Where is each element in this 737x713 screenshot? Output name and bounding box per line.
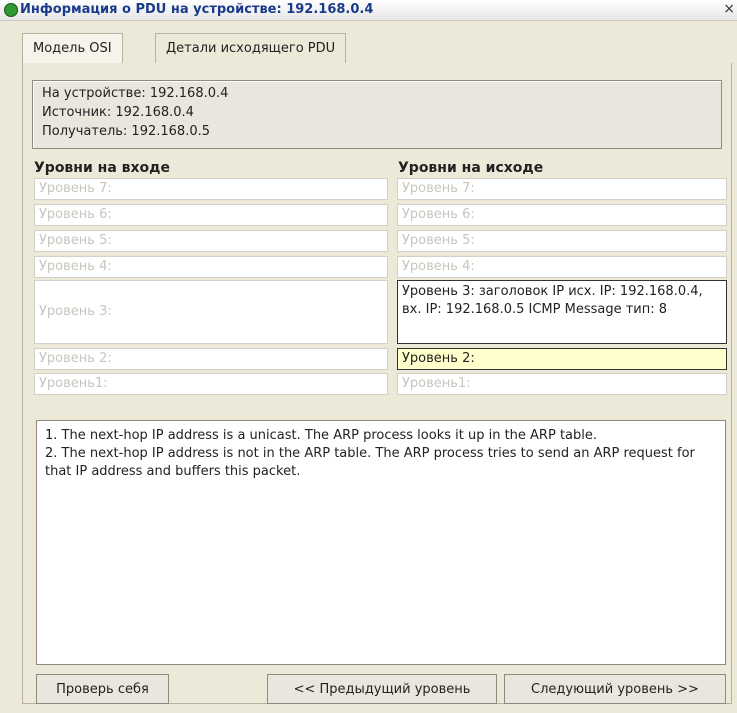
out-layer-6[interactable]: Уровень 6:: [397, 204, 727, 226]
destination-label: Получатель: 192.168.0.5: [42, 124, 210, 139]
in-layer-4[interactable]: Уровень 4:: [34, 256, 388, 278]
out-layer-7[interactable]: Уровень 7:: [397, 178, 727, 200]
in-layer-6[interactable]: Уровень 6:: [34, 204, 388, 226]
in-layer-7[interactable]: Уровень 7:: [34, 178, 388, 200]
out-layer-5[interactable]: Уровень 5:: [397, 230, 727, 252]
tab-outbound-pdu-details[interactable]: Детали исходящего PDU: [155, 33, 347, 64]
at-device-label: На устройстве: 192.168.0.4: [42, 86, 229, 101]
in-layer-5[interactable]: Уровень 5:: [34, 230, 388, 252]
out-layers-header: Уровни на исходе: [398, 160, 544, 176]
in-layer-3[interactable]: Уровень 3:: [34, 280, 388, 344]
out-layer-3[interactable]: Уровень 3: заголовок IP исх. IP: 192.168…: [397, 280, 727, 344]
tab-osi-model[interactable]: Модель OSI: [22, 33, 123, 64]
next-layer-button[interactable]: Следующий уровень >>: [504, 674, 726, 704]
description-line-2: 2. The next-hop IP address is not in the…: [45, 446, 695, 479]
in-layer-2[interactable]: Уровень 2:: [34, 348, 388, 370]
window-title: Информация о PDU на устройстве: 192.168.…: [20, 2, 374, 17]
device-info-panel: На устройстве: 192.168.0.4 Источник: 192…: [32, 80, 722, 149]
in-layers-header: Уровни на входе: [34, 160, 170, 176]
previous-layer-button[interactable]: << Предыдущий уровень: [267, 674, 497, 704]
source-label: Источник: 192.168.0.4: [42, 105, 194, 120]
out-layer-1[interactable]: Уровень1:: [397, 373, 727, 395]
description-line-1: 1. The next-hop IP address is a unicast.…: [45, 428, 597, 443]
title-bar: Информация о PDU на устройстве: 192.168.…: [0, 0, 737, 21]
description-box: 1. The next-hop IP address is a unicast.…: [36, 420, 726, 665]
check-yourself-button[interactable]: Проверь себя: [36, 674, 169, 704]
close-icon[interactable]: ×: [723, 0, 735, 18]
in-layer-1[interactable]: Уровень1:: [34, 373, 388, 395]
out-layer-2[interactable]: Уровень 2:: [397, 348, 727, 370]
out-layer-4[interactable]: Уровень 4:: [397, 256, 727, 278]
app-icon: [4, 3, 18, 17]
